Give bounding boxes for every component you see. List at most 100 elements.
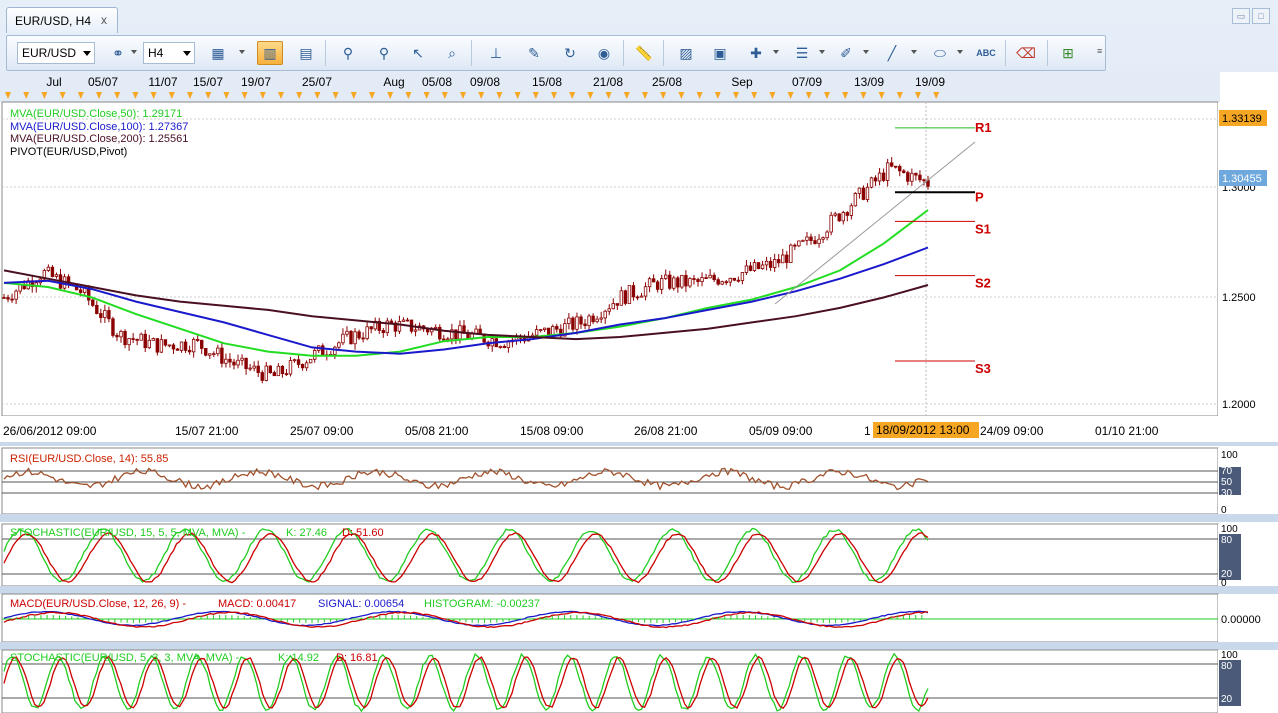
candle-body [615, 303, 620, 306]
chevron-down-icon[interactable] [239, 50, 245, 54]
candle-body [724, 281, 728, 284]
candle-body [825, 231, 829, 239]
candle-body [716, 279, 720, 285]
candle-body [216, 347, 220, 355]
candle-body [345, 330, 349, 335]
stoch2-axis-label: 20 [1221, 694, 1233, 705]
time-axis: 26/06/2012 09:00 15/07 21:00 25/07 09:00… [0, 416, 1220, 442]
tab-close-icon[interactable]: x [101, 13, 107, 27]
candle-body [756, 262, 761, 269]
bar-chart-icon[interactable]: ▥ [257, 41, 283, 65]
macd-title: MACD(EUR/USD.Close, 12, 26, 9) - [10, 598, 186, 610]
candle-body [607, 308, 611, 312]
zoom-in-icon[interactable]: ⚲ [335, 41, 361, 65]
lines-icon[interactable]: ☰ [789, 41, 815, 65]
text-abc-icon[interactable]: ABC [973, 41, 999, 65]
timeframe-select[interactable]: H4 [143, 42, 195, 64]
candle-body [752, 262, 757, 271]
candle-body [542, 327, 547, 330]
candle-body [611, 303, 615, 310]
rsi-axis-label: 70 [1221, 466, 1233, 477]
pivot-label-s3: S3 [975, 361, 991, 376]
toolbar-overflow-icon[interactable]: ≡ [1097, 46, 1102, 56]
zoom-area-icon[interactable]: ⌕ [439, 41, 465, 65]
chevron-down-icon[interactable] [863, 50, 869, 54]
restore-window-icon[interactable]: ▭ [1232, 8, 1250, 24]
time-axis-label: 1 [864, 424, 871, 438]
candle-body [91, 299, 95, 306]
link-icon[interactable]: ⚭ [105, 41, 131, 65]
panel-divider[interactable] [0, 514, 1278, 522]
properties-icon[interactable]: ✎ [521, 41, 547, 65]
candle-body [204, 348, 208, 356]
candle-body [264, 365, 268, 381]
top-axis-label: 15/08 [532, 75, 562, 89]
top-axis-label: 19/07 [241, 75, 271, 89]
ellipse-icon[interactable]: ⬭ [927, 41, 953, 65]
candle-body [256, 365, 260, 373]
maximize-window-icon[interactable]: □ [1252, 8, 1270, 24]
refresh-icon[interactable]: ↻ [557, 41, 583, 65]
separator [663, 40, 664, 66]
pencil-icon[interactable]: ✐ [833, 41, 859, 65]
candle-body [200, 339, 204, 349]
top-axis-label: 21/08 [593, 75, 623, 89]
candle-body [857, 187, 862, 194]
candle-body [712, 274, 716, 281]
pivot-label-r1: R1 [975, 120, 992, 135]
candle-body [736, 279, 741, 282]
candle-body [228, 358, 232, 363]
separator [623, 40, 624, 66]
candle-body [833, 213, 837, 216]
candle-body [555, 326, 559, 330]
candle-body [276, 365, 281, 377]
text-tool-label: ABC [976, 48, 996, 58]
image-icon[interactable]: ▨ [673, 41, 699, 65]
chart-type-icon[interactable]: ▦ [205, 41, 231, 65]
candle-body [744, 265, 749, 273]
chevron-down-icon[interactable] [131, 50, 137, 54]
zoom-out-icon[interactable]: ⚲ [371, 41, 397, 65]
top-axis-label: 15/07 [193, 75, 223, 89]
chevron-down-icon[interactable] [773, 50, 779, 54]
candle-body [506, 341, 511, 349]
cursor-icon[interactable]: ↖ [405, 41, 431, 65]
crosshair-icon[interactable]: ✚ [743, 41, 769, 65]
ruler-icon[interactable]: 📏 [631, 41, 657, 65]
line-tool-icon[interactable]: ╱ [879, 41, 905, 65]
candle-body [143, 333, 147, 349]
candle-body [260, 372, 264, 381]
fit-icon[interactable]: ⊥ [483, 41, 509, 65]
globe-icon[interactable]: ◉ [591, 41, 617, 65]
candle-body [321, 345, 325, 356]
window-icon[interactable]: ▤ [293, 41, 319, 65]
top-axis-label: 13/09 [854, 75, 884, 89]
panel-divider[interactable] [0, 586, 1278, 594]
candle-body [837, 213, 841, 222]
template-icon[interactable]: ▣ [707, 41, 733, 65]
chevron-down-icon [183, 51, 191, 56]
candle-body [119, 330, 123, 338]
candle-body [651, 278, 656, 283]
symbol-select[interactable]: EUR/USD [17, 42, 95, 64]
chevron-down-icon[interactable] [957, 50, 963, 54]
candle-body [46, 266, 51, 271]
panel-divider[interactable] [0, 642, 1278, 650]
candle-body [684, 274, 688, 287]
tree-icon[interactable]: ⊞ [1055, 41, 1081, 65]
candle-body [163, 339, 168, 346]
candle-body [889, 162, 894, 167]
stoch1-k: K: 27.46 [286, 527, 327, 539]
chevron-down-icon[interactable] [819, 50, 825, 54]
candle-body [208, 353, 212, 356]
stoch1-d: D: 51.60 [342, 527, 384, 539]
chart-tab[interactable]: EUR/USD, H4 x [6, 7, 118, 33]
panel-divider[interactable] [0, 442, 1278, 446]
candle-body [292, 359, 297, 362]
chart-area[interactable]: Jul 05/07 11/07 15/07 19/07 25/07 Aug 05… [0, 72, 1278, 713]
eraser-icon[interactable]: ⌫ [1013, 41, 1039, 65]
chevron-down-icon[interactable] [911, 50, 917, 54]
time-axis-label: 05/08 21:00 [405, 424, 469, 438]
candle-body [401, 319, 406, 322]
candle-body [107, 310, 111, 320]
